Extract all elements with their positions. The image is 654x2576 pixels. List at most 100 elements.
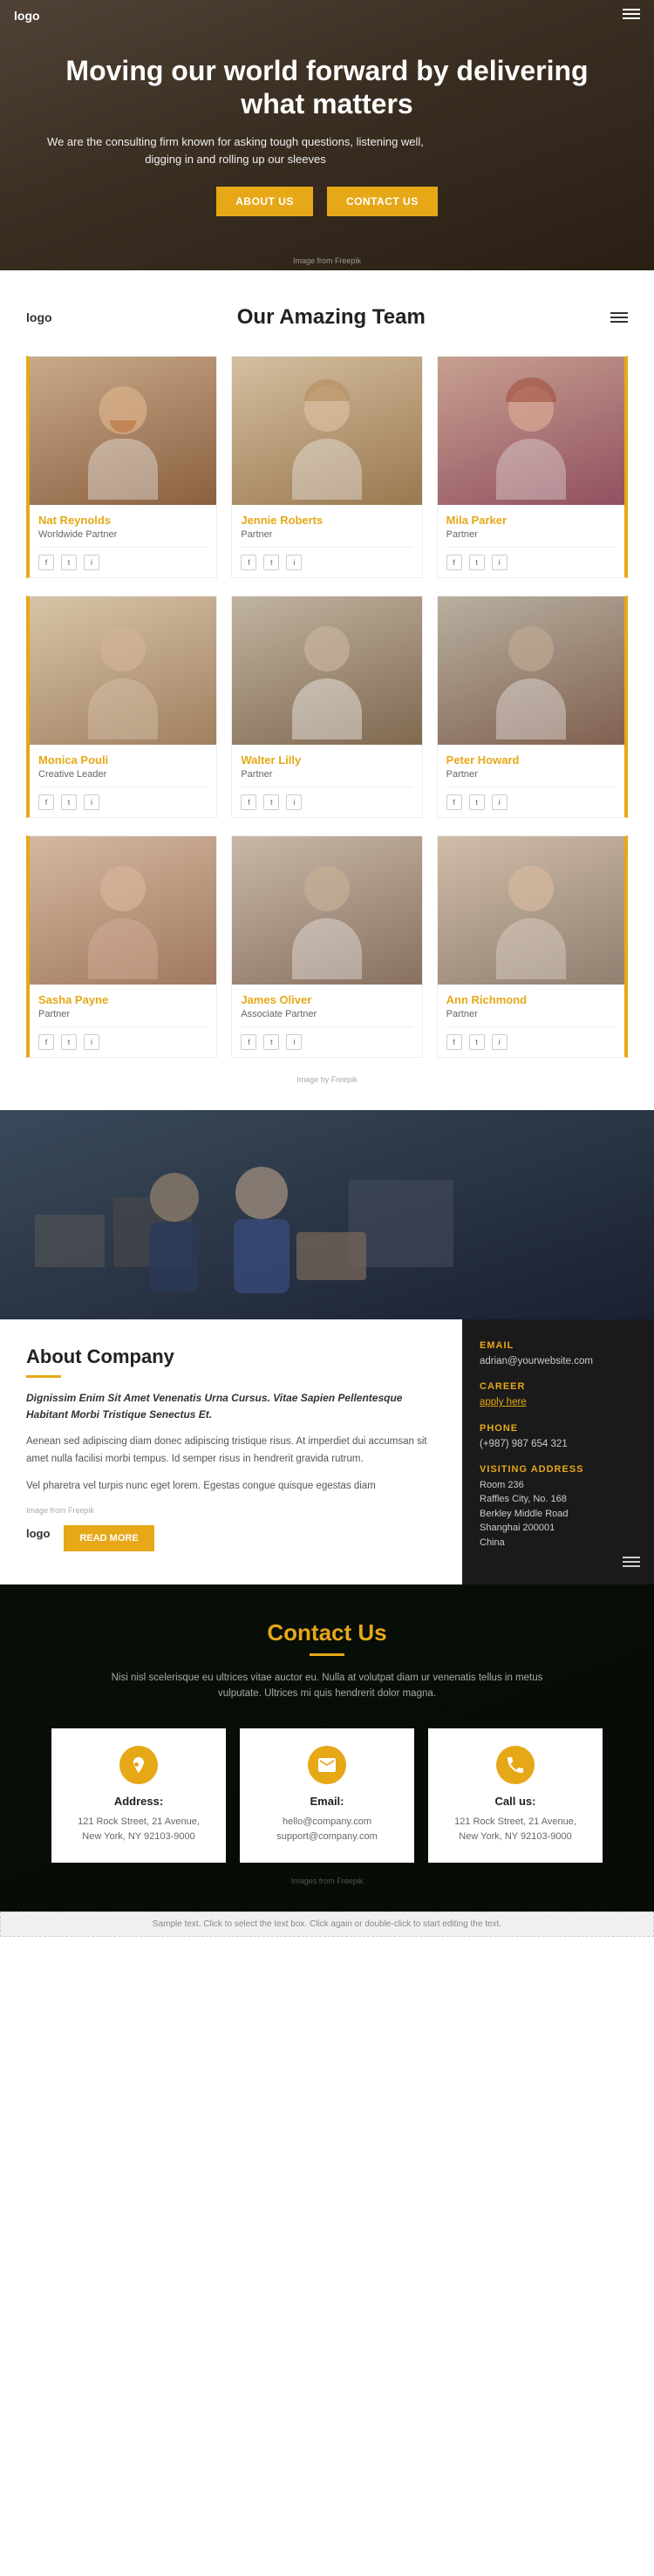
apply-here-link[interactable]: apply here — [480, 1397, 527, 1407]
facebook-icon-peter[interactable]: f — [446, 794, 462, 810]
instagram-icon-james[interactable]: i — [286, 1034, 302, 1050]
team-card-walter: Walter Lilly Partner f t i — [231, 596, 422, 818]
about-left-panel: About Company Dignissim Enim Sit Amet Ve… — [0, 1319, 462, 1584]
workers-photo — [0, 1110, 654, 1319]
facebook-icon-ann[interactable]: f — [446, 1034, 462, 1050]
team-grid: Nat Reynolds Worldwide Partner f t i — [26, 356, 628, 1058]
team-card-james: James Oliver Associate Partner f t i — [231, 835, 422, 1058]
phone-value: (+987) 987 654 321 — [480, 1437, 637, 1452]
twitter-icon-jennie[interactable]: t — [263, 555, 279, 570]
team-card-img-james — [232, 836, 421, 985]
instagram-icon-walter[interactable]: i — [286, 794, 302, 810]
twitter-icon-mila[interactable]: t — [469, 555, 485, 570]
address-card-text: 121 Rock Street, 21 Avenue,New York, NY … — [65, 1815, 212, 1845]
about-right-panel: EMAIL adrian@yourwebsite.com CAREER appl… — [462, 1319, 654, 1584]
team-card-peter: Peter Howard Partner f t i — [437, 596, 628, 818]
about-top-image — [0, 1110, 654, 1319]
about-us-button[interactable]: ABOUT US — [216, 187, 313, 216]
address-card-title: Address: — [65, 1795, 212, 1808]
phone-card-title: Call us: — [442, 1795, 589, 1808]
instagram-icon-ann[interactable]: i — [492, 1034, 508, 1050]
phone-label: PHONE — [480, 1423, 637, 1434]
about-body-text1: Aenean sed adipiscing diam donec adipisc… — [26, 1434, 436, 1468]
email-card-title: Email: — [254, 1795, 400, 1808]
contact-image-credit: Images from Freepik — [26, 1877, 628, 1885]
team-card-img-sasha — [30, 836, 216, 985]
member-name-ann: Ann Richmond — [446, 993, 616, 1006]
team-card-img-peter — [438, 596, 624, 745]
member-name-sasha: Sasha Payne — [38, 993, 208, 1006]
member-social-nat: f t i — [38, 555, 208, 570]
facebook-icon-jennie[interactable]: f — [241, 555, 256, 570]
instagram-icon-sasha[interactable]: i — [84, 1034, 99, 1050]
instagram-icon-nat[interactable]: i — [84, 555, 99, 570]
address-value: Room 236 Raffles City, No. 168 Berkley M… — [480, 1478, 637, 1550]
contact-card-email: Email: hello@company.comsupport@company.… — [240, 1728, 414, 1863]
hero-image-credit: Image from Freepik — [293, 256, 361, 265]
twitter-icon-walter[interactable]: t — [263, 794, 279, 810]
member-name-james: James Oliver — [241, 993, 412, 1006]
team-card-nat: Nat Reynolds Worldwide Partner f t i — [26, 356, 217, 578]
email-card-text: hello@company.comsupport@company.com — [254, 1815, 400, 1845]
member-social-jennie: f t i — [241, 555, 412, 570]
team-card-mila: Mila Parker Partner f t i — [437, 356, 628, 578]
about-italic-text: Dignissim Enim Sit Amet Venenatis Urna C… — [26, 1390, 436, 1423]
twitter-icon-james[interactable]: t — [263, 1034, 279, 1050]
career-value: apply here — [480, 1395, 637, 1410]
phone-icon — [496, 1746, 535, 1784]
facebook-icon-sasha[interactable]: f — [38, 1034, 54, 1050]
member-social-sasha: f t i — [38, 1034, 208, 1050]
member-name-monica: Monica Pouli — [38, 753, 208, 767]
team-card-monica: Monica Pouli Creative Leader f t i — [26, 596, 217, 818]
hero-menu-icon[interactable] — [623, 9, 640, 19]
instagram-icon-jennie[interactable]: i — [286, 555, 302, 570]
team-card-img-jennie — [232, 357, 421, 505]
about-logo: logo — [26, 1527, 50, 1540]
instagram-icon-monica[interactable]: i — [84, 794, 99, 810]
twitter-icon-ann[interactable]: t — [469, 1034, 485, 1050]
team-card-img-walter — [232, 596, 421, 745]
address-label: VISITING ADDRESS — [480, 1464, 637, 1475]
twitter-icon-peter[interactable]: t — [469, 794, 485, 810]
facebook-icon-mila[interactable]: f — [446, 555, 462, 570]
team-section: logo Our Amazing Team Nat Reynolds World… — [0, 270, 654, 1110]
contact-card-address: Address: 121 Rock Street, 21 Avenue,New … — [51, 1728, 226, 1863]
member-social-ann: f t i — [446, 1034, 616, 1050]
member-name-walter: Walter Lilly — [241, 753, 412, 767]
email-value: adrian@yourwebsite.com — [480, 1354, 637, 1369]
about-section: About Company Dignissim Enim Sit Amet Ve… — [0, 1110, 654, 1584]
sample-text-footer[interactable]: Sample text. Click to select the text bo… — [0, 1912, 654, 1937]
facebook-icon-james[interactable]: f — [241, 1034, 256, 1050]
facebook-icon-walter[interactable]: f — [241, 794, 256, 810]
member-name-jennie: Jennie Roberts — [241, 514, 412, 527]
email-icon — [308, 1746, 346, 1784]
about-body-text2: Vel pharetra vel turpis nunc eget lorem.… — [26, 1478, 436, 1496]
twitter-icon-nat[interactable]: t — [61, 555, 77, 570]
member-role-nat: Worldwide Partner — [38, 529, 208, 540]
facebook-icon-nat[interactable]: f — [38, 555, 54, 570]
about-divider — [26, 1375, 61, 1378]
instagram-icon-peter[interactable]: i — [492, 794, 508, 810]
instagram-icon-mila[interactable]: i — [492, 555, 508, 570]
about-content: About Company Dignissim Enim Sit Amet Ve… — [0, 1319, 654, 1584]
hero-section: logo Moving our world forward by deliver… — [0, 0, 654, 270]
twitter-icon-monica[interactable]: t — [61, 794, 77, 810]
member-role-monica: Creative Leader — [38, 769, 208, 780]
member-social-mila: f t i — [446, 555, 616, 570]
contact-cards: Address: 121 Rock Street, 21 Avenue,New … — [26, 1728, 628, 1863]
team-card-jennie: Jennie Roberts Partner f t i — [231, 356, 422, 578]
contact-section: Contact Us Nisi nisl scelerisque eu ultr… — [0, 1584, 654, 1912]
about-menu-icon[interactable] — [623, 1557, 640, 1567]
team-card-ann: Ann Richmond Partner f t i — [437, 835, 628, 1058]
read-more-button[interactable]: READ MORE — [64, 1525, 153, 1551]
hero-logo: logo — [14, 9, 40, 23]
about-title: About Company — [26, 1346, 436, 1368]
contact-divider — [310, 1653, 344, 1656]
member-name-mila: Mila Parker — [446, 514, 616, 527]
twitter-icon-sasha[interactable]: t — [61, 1034, 77, 1050]
team-menu-icon[interactable] — [610, 312, 628, 323]
facebook-icon-monica[interactable]: f — [38, 794, 54, 810]
member-social-walter: f t i — [241, 794, 412, 810]
contact-us-button[interactable]: CONTACT US — [327, 187, 438, 216]
member-role-sasha: Partner — [38, 1009, 208, 1019]
